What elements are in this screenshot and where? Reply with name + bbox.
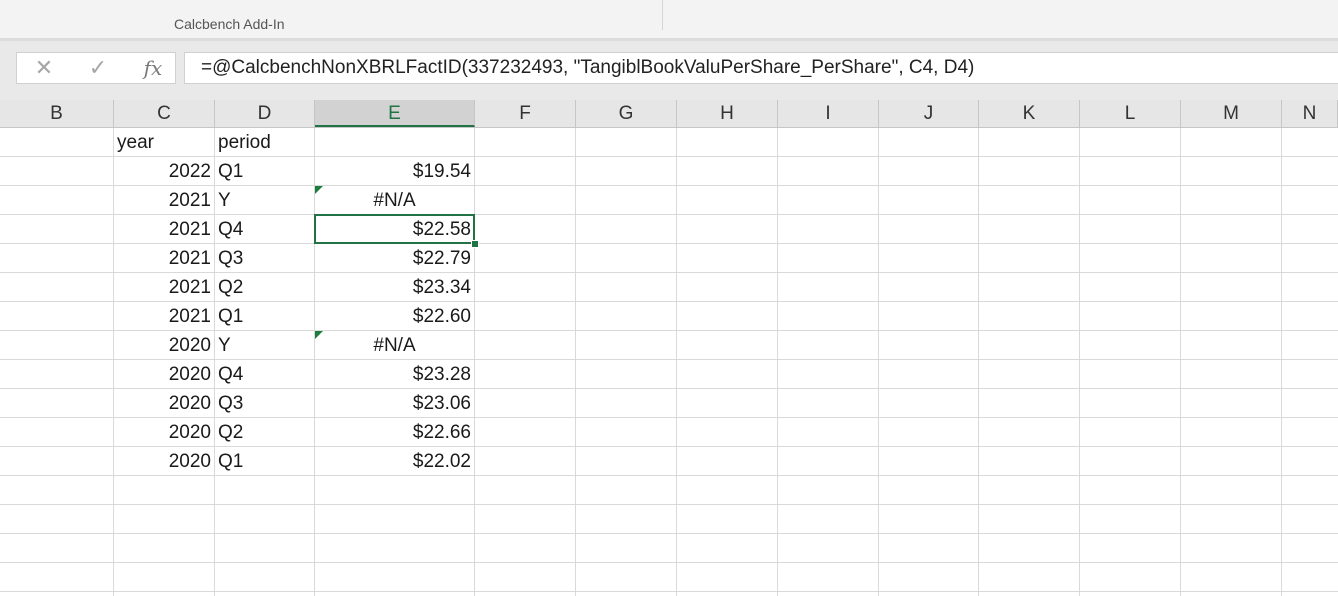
column-header-k[interactable]: K — [979, 100, 1080, 127]
value-cell[interactable]: $23.06 — [315, 389, 474, 418]
period-cell[interactable]: Q1 — [215, 157, 314, 186]
period-cell[interactable]: Q1 — [215, 447, 314, 476]
period-cell[interactable]: Q1 — [215, 302, 314, 331]
period-cell[interactable]: Q2 — [215, 418, 314, 447]
year-cell[interactable]: 2021 — [114, 186, 214, 215]
grid-column-line — [1180, 128, 1181, 596]
column-header-d[interactable]: D — [215, 100, 315, 127]
period-header-cell[interactable]: period — [215, 128, 314, 157]
value-cell[interactable]: $22.66 — [315, 418, 474, 447]
grid-row-line — [0, 533, 1338, 534]
formula-input[interactable]: =@CalcbenchNonXBRLFactID(337232493, "Tan… — [184, 52, 1338, 84]
formula-bar-buttons: ✕ ✓ fx — [16, 52, 176, 84]
year-cell[interactable]: 2021 — [114, 215, 214, 244]
ribbon: Calcbench Add-In — [0, 0, 1338, 38]
column-header-j[interactable]: J — [879, 100, 979, 127]
column-header-i[interactable]: I — [778, 100, 879, 127]
column-header-c[interactable]: C — [114, 100, 215, 127]
grid-column-line — [575, 128, 576, 596]
value-cell[interactable]: $22.79 — [315, 244, 474, 273]
grid-column-line — [878, 128, 879, 596]
column-header-f[interactable]: F — [475, 100, 576, 127]
error-value-cell[interactable]: #N/A — [315, 186, 474, 215]
period-cell[interactable]: Q4 — [215, 360, 314, 389]
value-cell[interactable]: $23.28 — [315, 360, 474, 389]
ribbon-divider — [662, 0, 663, 30]
year-cell[interactable]: 2021 — [114, 273, 214, 302]
period-cell[interactable]: Q2 — [215, 273, 314, 302]
worksheet-grid[interactable]: year period 2022 Q1 $19.54 2021 Y #N/A 2021 Q4 $22… — [0, 128, 1338, 596]
year-cell[interactable]: 2020 — [114, 418, 214, 447]
value-cell[interactable]: $23.34 — [315, 273, 474, 302]
column-header-n[interactable]: N — [1282, 100, 1338, 127]
column-header-h[interactable]: H — [677, 100, 778, 127]
grid-column-line — [1281, 128, 1282, 596]
value-cell[interactable]: $19.54 — [315, 157, 474, 186]
error-value-cell[interactable]: #N/A — [315, 331, 474, 360]
column-header-b[interactable]: B — [0, 100, 114, 127]
year-cell[interactable]: 2020 — [114, 447, 214, 476]
active-cell-selection[interactable] — [314, 214, 475, 244]
grid-column-line — [1079, 128, 1080, 596]
year-cell[interactable]: 2020 — [114, 331, 214, 360]
insert-function-icon[interactable]: fx — [139, 53, 167, 83]
period-cell[interactable]: Q3 — [215, 244, 314, 273]
year-cell[interactable]: 2021 — [114, 244, 214, 273]
column-headers: BCDEFGHIJKLMN — [0, 100, 1338, 128]
grid-column-line — [474, 128, 475, 596]
cancel-icon[interactable]: ✕ — [31, 53, 57, 83]
period-cell[interactable]: Q4 — [215, 215, 314, 244]
column-header-l[interactable]: L — [1080, 100, 1181, 127]
year-cell[interactable]: 2020 — [114, 360, 214, 389]
period-cell[interactable]: Y — [215, 331, 314, 360]
grid-column-line — [978, 128, 979, 596]
year-cell[interactable]: 2021 — [114, 302, 214, 331]
grid-row-line — [0, 504, 1338, 505]
error-indicator-icon[interactable] — [315, 331, 323, 339]
enter-icon[interactable]: ✓ — [85, 53, 111, 83]
ribbon-group-label[interactable]: Calcbench Add-In — [174, 16, 285, 32]
year-cell[interactable]: 2022 — [114, 157, 214, 186]
grid-column-line — [777, 128, 778, 596]
error-indicator-icon[interactable] — [315, 186, 323, 194]
grid-column-line — [676, 128, 677, 596]
value-cell[interactable]: $22.02 — [315, 447, 474, 476]
year-header-cell[interactable]: year — [114, 128, 214, 157]
column-header-m[interactable]: M — [1181, 100, 1282, 127]
year-cell[interactable]: 2020 — [114, 389, 214, 418]
period-cell[interactable]: Q3 — [215, 389, 314, 418]
grid-row-line — [0, 562, 1338, 563]
period-cell[interactable]: Y — [215, 186, 314, 215]
grid-row-line — [0, 591, 1338, 592]
column-header-g[interactable]: G — [576, 100, 677, 127]
column-header-e[interactable]: E — [315, 100, 475, 127]
value-cell[interactable]: $22.60 — [315, 302, 474, 331]
